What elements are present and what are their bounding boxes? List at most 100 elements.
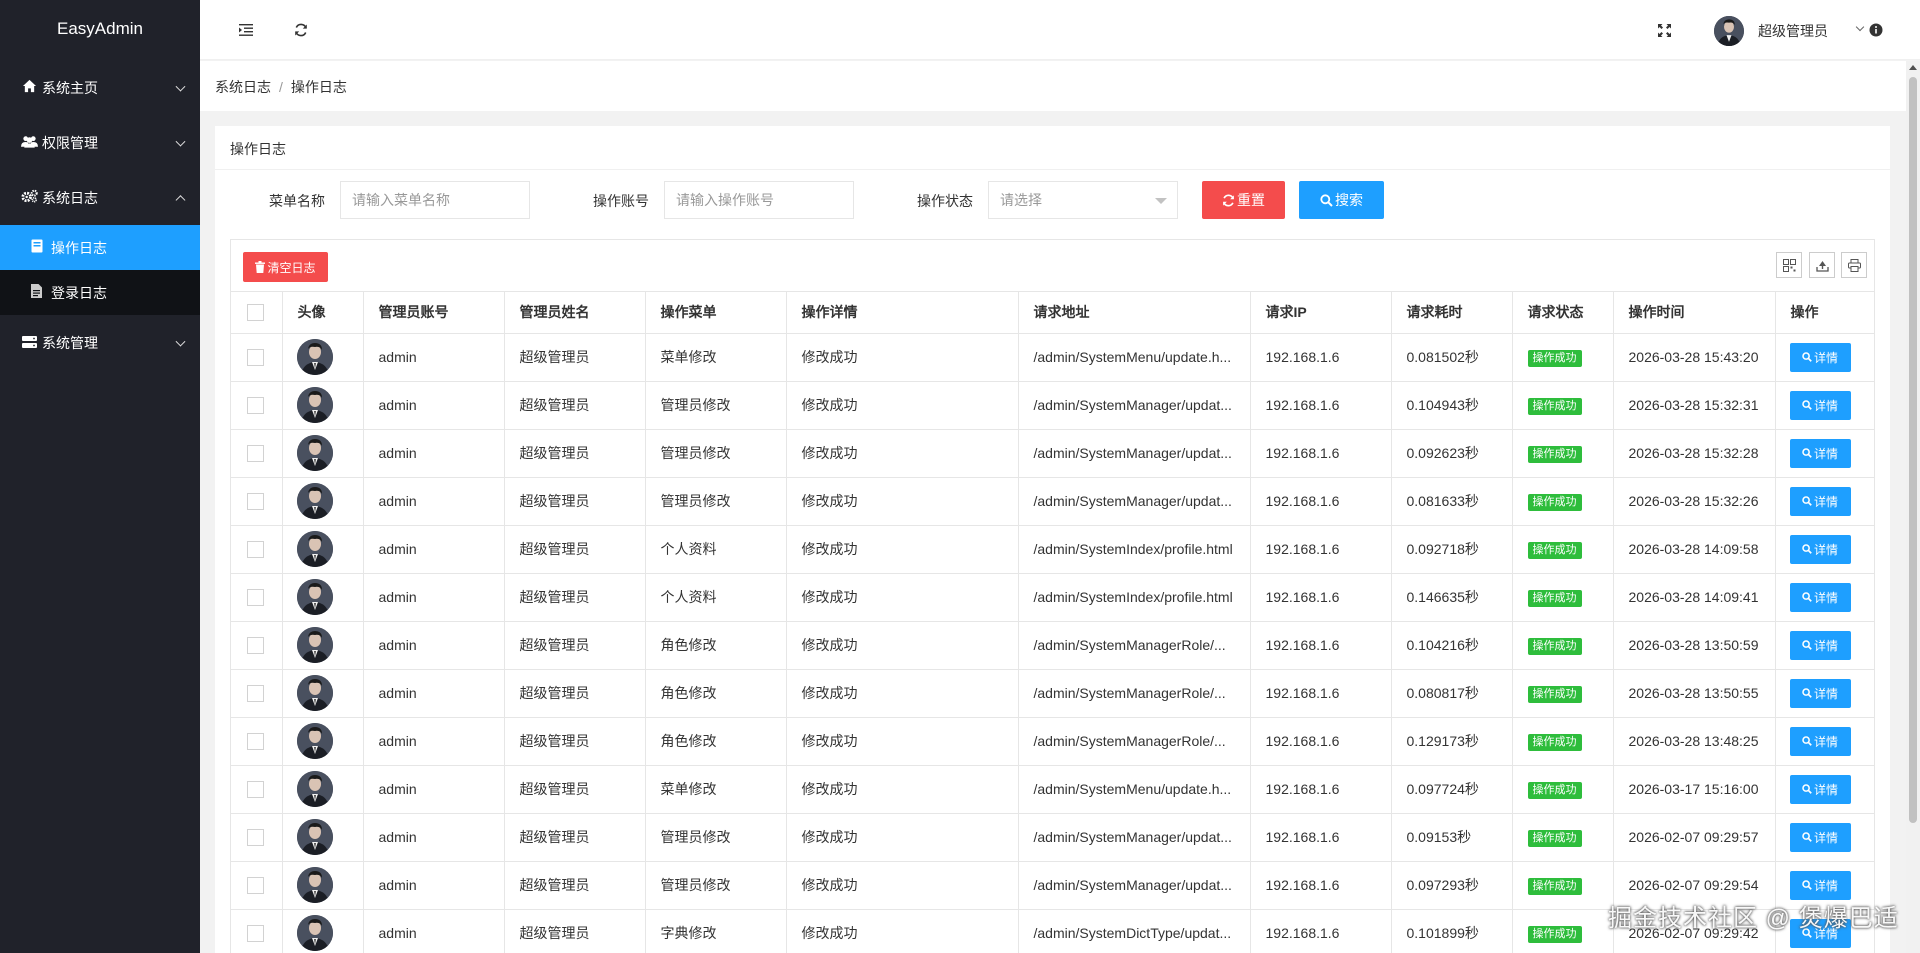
status-cell: 操作成功 <box>1512 573 1614 622</box>
row-checkbox[interactable] <box>247 636 264 654</box>
time-cell: 2026-03-28 15:32:28 <box>1613 429 1776 478</box>
status-cell: 操作成功 <box>1512 765 1614 814</box>
select-cell <box>231 669 283 718</box>
account-input[interactable] <box>664 181 854 219</box>
row-checkbox[interactable] <box>247 396 264 414</box>
detail-cell: 修改成功 <box>786 477 1019 526</box>
detail-cell: 修改成功 <box>786 909 1019 953</box>
refresh-button[interactable] <box>291 20 311 40</box>
sidebar: EasyAdmin 系统主页 权限管理 系统日志 操作日志 登录日志 系统管理 <box>0 0 200 953</box>
search-button[interactable]: 搜索 <box>1299 181 1384 219</box>
action-cell: 详情 <box>1775 669 1874 718</box>
detail-button[interactable]: 详情 <box>1789 630 1851 660</box>
page-scrollbar[interactable] <box>1906 61 1920 953</box>
row-checkbox[interactable] <box>247 828 264 846</box>
ip-cell: 192.168.1.6 <box>1250 621 1392 670</box>
row-checkbox[interactable] <box>247 588 264 606</box>
column-header: 操作详情 <box>786 292 1019 334</box>
log-table-container[interactable]: 头像 管理员账号 管理员姓名 操作菜单 操作详情 请求地址 请求IP 请求耗时 … <box>230 292 1875 953</box>
time-cell: 2026-03-17 15:16:00 <box>1613 765 1776 814</box>
detail-button[interactable]: 详情 <box>1789 486 1851 516</box>
chevron-down-icon <box>1855 22 1865 32</box>
reset-button[interactable]: 重置 <box>1202 181 1285 219</box>
menu-cell: 管理员修改 <box>645 429 787 478</box>
account-cell: admin <box>363 429 505 478</box>
export-button[interactable] <box>1809 252 1835 278</box>
detail-button[interactable]: 详情 <box>1789 726 1851 756</box>
detail-button[interactable]: 详情 <box>1789 870 1851 900</box>
account-cell: admin <box>363 909 505 953</box>
row-checkbox[interactable] <box>247 444 264 462</box>
scroll-up-icon[interactable] <box>1909 65 1917 70</box>
row-checkbox[interactable] <box>247 876 264 894</box>
print-button[interactable] <box>1841 252 1867 278</box>
row-checkbox[interactable] <box>247 540 264 558</box>
detail-button[interactable]: 详情 <box>1789 534 1851 564</box>
status-label: 操作状态 <box>917 193 973 209</box>
detail-button[interactable]: 详情 <box>1789 342 1851 372</box>
status-select[interactable]: 请选择 <box>988 181 1178 219</box>
fullscreen-button[interactable] <box>1654 20 1674 40</box>
search-icon <box>1802 352 1812 362</box>
detail-button[interactable]: 详情 <box>1789 582 1851 612</box>
menu-cell: 管理员修改 <box>645 861 787 910</box>
detail-cell: 修改成功 <box>786 573 1019 622</box>
sidebar-item-login-log[interactable]: 登录日志 <box>0 270 200 315</box>
avatar-cell <box>282 813 364 862</box>
detail-cell: 修改成功 <box>786 429 1019 478</box>
app-logo[interactable]: EasyAdmin <box>0 0 200 60</box>
row-checkbox[interactable] <box>247 924 264 942</box>
row-checkbox[interactable] <box>247 492 264 510</box>
info-button[interactable] <box>1866 20 1886 40</box>
action-cell: 详情 <box>1775 573 1874 622</box>
ip-cell: 192.168.1.6 <box>1250 765 1392 814</box>
detail-button[interactable]: 详情 <box>1789 678 1851 708</box>
sidebar-item-system-log[interactable]: 系统日志 <box>0 170 200 225</box>
user-avatar[interactable] <box>1714 16 1744 46</box>
search-icon <box>1802 448 1812 458</box>
filter-columns-button[interactable] <box>1776 252 1802 278</box>
sidebar-item-system-manage[interactable]: 系统管理 <box>0 315 200 370</box>
column-header: 管理员账号 <box>363 292 505 334</box>
detail-button-label: 详情 <box>1813 446 1838 461</box>
row-checkbox[interactable] <box>247 780 264 798</box>
menu-name-input[interactable] <box>340 181 530 219</box>
user-name[interactable]: 超级管理员 <box>1758 21 1828 41</box>
server-icon <box>20 335 38 351</box>
top-header: 超级管理员 <box>200 0 1920 60</box>
search-icon <box>1802 736 1812 746</box>
account-cell: admin <box>363 333 505 382</box>
chevron-down-icon <box>175 136 186 147</box>
scrollbar-thumb[interactable] <box>1909 77 1917 823</box>
sidebar-item-home[interactable]: 系统主页 <box>0 60 200 115</box>
ip-cell: 192.168.1.6 <box>1250 429 1392 478</box>
clear-log-button[interactable]: 清空日志 <box>243 252 328 282</box>
menu-cell: 管理员修改 <box>645 381 787 430</box>
status-cell: 操作成功 <box>1512 621 1614 670</box>
sidebar-submenu: 操作日志 登录日志 <box>0 225 200 315</box>
detail-button[interactable]: 详情 <box>1789 822 1851 852</box>
detail-button[interactable]: 详情 <box>1789 438 1851 468</box>
menu-cell: 管理员修改 <box>645 813 787 862</box>
column-header: 请求状态 <box>1512 292 1614 334</box>
collapse-menu-button[interactable] <box>236 20 256 40</box>
select-all-checkbox[interactable] <box>247 304 264 322</box>
row-checkbox[interactable] <box>247 732 264 750</box>
time-cell: 2026-03-28 15:32:26 <box>1613 477 1776 526</box>
row-checkbox[interactable] <box>247 348 264 366</box>
status-cell: 操作成功 <box>1512 477 1614 526</box>
account-cell: admin <box>363 813 505 862</box>
action-cell: 详情 <box>1775 477 1874 526</box>
chevron-down-icon <box>175 81 186 92</box>
avatar <box>296 579 333 615</box>
sidebar-item-operation-log[interactable]: 操作日志 <box>0 225 200 270</box>
search-icon <box>1802 496 1812 506</box>
detail-button[interactable]: 详情 <box>1789 774 1851 804</box>
caret-down-icon <box>1155 198 1167 204</box>
sidebar-item-label: 权限管理 <box>42 134 98 151</box>
sidebar-item-permissions[interactable]: 权限管理 <box>0 115 200 170</box>
detail-button[interactable]: 详情 <box>1789 390 1851 420</box>
row-checkbox[interactable] <box>247 684 264 702</box>
name-cell: 超级管理员 <box>504 573 646 622</box>
breadcrumb-parent[interactable]: 系统日志 <box>215 79 271 95</box>
